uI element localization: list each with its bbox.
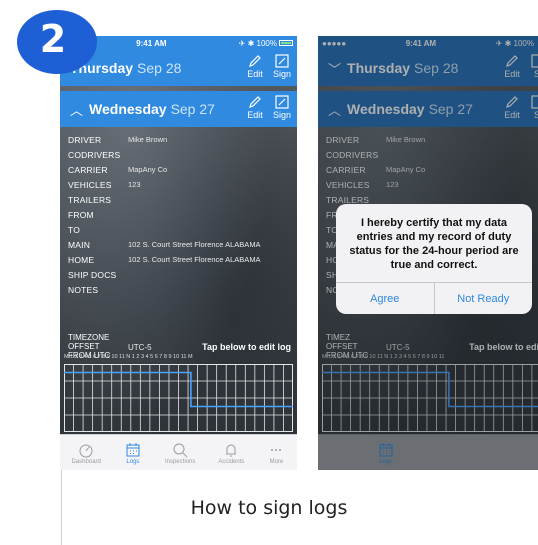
field-label: CODRIVERS bbox=[68, 149, 121, 160]
log-field-row: VEHICLES 123 bbox=[68, 177, 291, 192]
sign-icon bbox=[275, 95, 289, 109]
not-ready-button[interactable]: Not Ready bbox=[433, 283, 533, 314]
log-header-thursday[interactable]: Thursday Sep 28 Edit Sign bbox=[60, 50, 297, 86]
tab-more[interactable]: More bbox=[267, 441, 285, 465]
tab-logs[interactable]: Logs bbox=[124, 441, 142, 465]
field-label: HOME bbox=[68, 254, 95, 265]
field-label: TRAILERS bbox=[68, 194, 112, 205]
agree-button[interactable]: Agree bbox=[336, 283, 434, 314]
date-label: Sep 28 bbox=[137, 60, 182, 76]
log-field-row: TO bbox=[68, 222, 291, 237]
tab-inspections[interactable]: Inspections bbox=[165, 441, 195, 465]
field-label: NOTES bbox=[68, 284, 99, 295]
log-field-row: DRIVER Mike Brown bbox=[68, 132, 291, 147]
bell-icon bbox=[226, 444, 237, 456]
left-phone-screen: 9:41 AM ✈ ✱ 100% Thursday Sep 28 Edit Si… bbox=[60, 36, 297, 470]
edit-button[interactable]: Edit bbox=[247, 94, 263, 120]
field-label: MAIN bbox=[68, 239, 91, 250]
tab-label: Inspections bbox=[164, 458, 196, 465]
sign-button[interactable]: Sign bbox=[273, 94, 291, 120]
log-field-row: CARRIER MapAny Co bbox=[68, 162, 291, 177]
step-number: 2 bbox=[39, 17, 67, 61]
sign-icon bbox=[275, 54, 289, 68]
date-label: Sep 27 bbox=[170, 101, 215, 117]
log-field-row: MAIN 102 S. Court Street Florence ALABAMA bbox=[68, 237, 291, 252]
log-field-row: CODRIVERS bbox=[68, 147, 291, 162]
field-label: CARRIER bbox=[68, 164, 108, 175]
log-field-row: TRAILERS bbox=[68, 192, 291, 207]
field-label: FROM bbox=[68, 209, 94, 220]
tab-label: Accidents bbox=[218, 458, 245, 465]
field-value: MapAny Co bbox=[128, 165, 168, 174]
step-badge: 2 bbox=[17, 10, 97, 74]
duty-status-grid[interactable] bbox=[64, 364, 293, 432]
tab-bar: Dashboard Logs Inspections Accidents More bbox=[60, 434, 297, 470]
log-fields: DRIVER Mike Brown CODRIVERS CARRIER MapAny C… bbox=[68, 132, 291, 297]
tab-dashboard[interactable]: Dashboard bbox=[72, 441, 101, 465]
log-field-row: SHIP DOCS bbox=[68, 267, 291, 282]
bluetooth-icon: ✈ ✱ bbox=[238, 38, 257, 48]
field-value: 102 S. Court Street Florence ALABAMA bbox=[128, 240, 261, 249]
field-value: 102 S. Court Street Florence ALABAMA bbox=[128, 255, 261, 264]
log-field-row: FROM bbox=[68, 207, 291, 222]
certify-alert: I hereby certify that my data entries an… bbox=[336, 204, 532, 314]
search-icon bbox=[173, 443, 188, 457]
log-header-wednesday[interactable]: ︿ Wednesday Sep 27 Edit Sign bbox=[60, 91, 297, 127]
field-value: 123 bbox=[128, 180, 141, 189]
battery-indicator: ✈ ✱ 100% bbox=[239, 39, 293, 48]
right-phone-screen: ●●●●● 9:41 AM ✈ ✱ 100% ﹀ Thursday Sep 28… bbox=[318, 36, 538, 470]
field-label: SHIP DOCS bbox=[68, 269, 117, 280]
pencil-icon bbox=[249, 96, 261, 108]
tab-label: More bbox=[269, 458, 284, 465]
field-label: VEHICLES bbox=[68, 179, 112, 190]
chevron-up-icon: ︿ bbox=[70, 102, 84, 118]
log-field-row: HOME 102 S. Court Street Florence ALABAMA bbox=[68, 252, 291, 267]
caption: How to sign logs bbox=[190, 497, 348, 519]
gauge-icon bbox=[79, 444, 93, 457]
field-label: TO bbox=[68, 224, 81, 235]
battery-icon bbox=[279, 40, 293, 47]
alert-message: I hereby certify that my data entries an… bbox=[349, 217, 519, 271]
tab-label: Logs bbox=[126, 458, 140, 465]
pencil-icon bbox=[249, 55, 261, 67]
timezone-value: UTC-5 bbox=[128, 343, 152, 352]
field-label: DRIVER bbox=[68, 134, 102, 145]
day-label: Wednesday bbox=[89, 101, 167, 117]
edit-hint: Tap below to edit log bbox=[202, 342, 291, 352]
log-field-row: NOTES bbox=[68, 282, 291, 297]
field-value: Mike Brown bbox=[128, 135, 168, 144]
calendar-icon bbox=[126, 442, 140, 456]
sign-button[interactable]: Sign bbox=[273, 53, 291, 79]
tab-label: Dashboard bbox=[71, 458, 101, 465]
tab-accidents[interactable]: Accidents bbox=[218, 441, 244, 465]
status-time: 9:41 AM bbox=[136, 38, 167, 48]
edit-button[interactable]: Edit bbox=[247, 53, 263, 79]
hour-labels: M 1 2 3 4 5 6 7 8 9 10 11 N 1 2 3 4 5 6 … bbox=[64, 354, 193, 360]
more-icon bbox=[271, 448, 282, 451]
